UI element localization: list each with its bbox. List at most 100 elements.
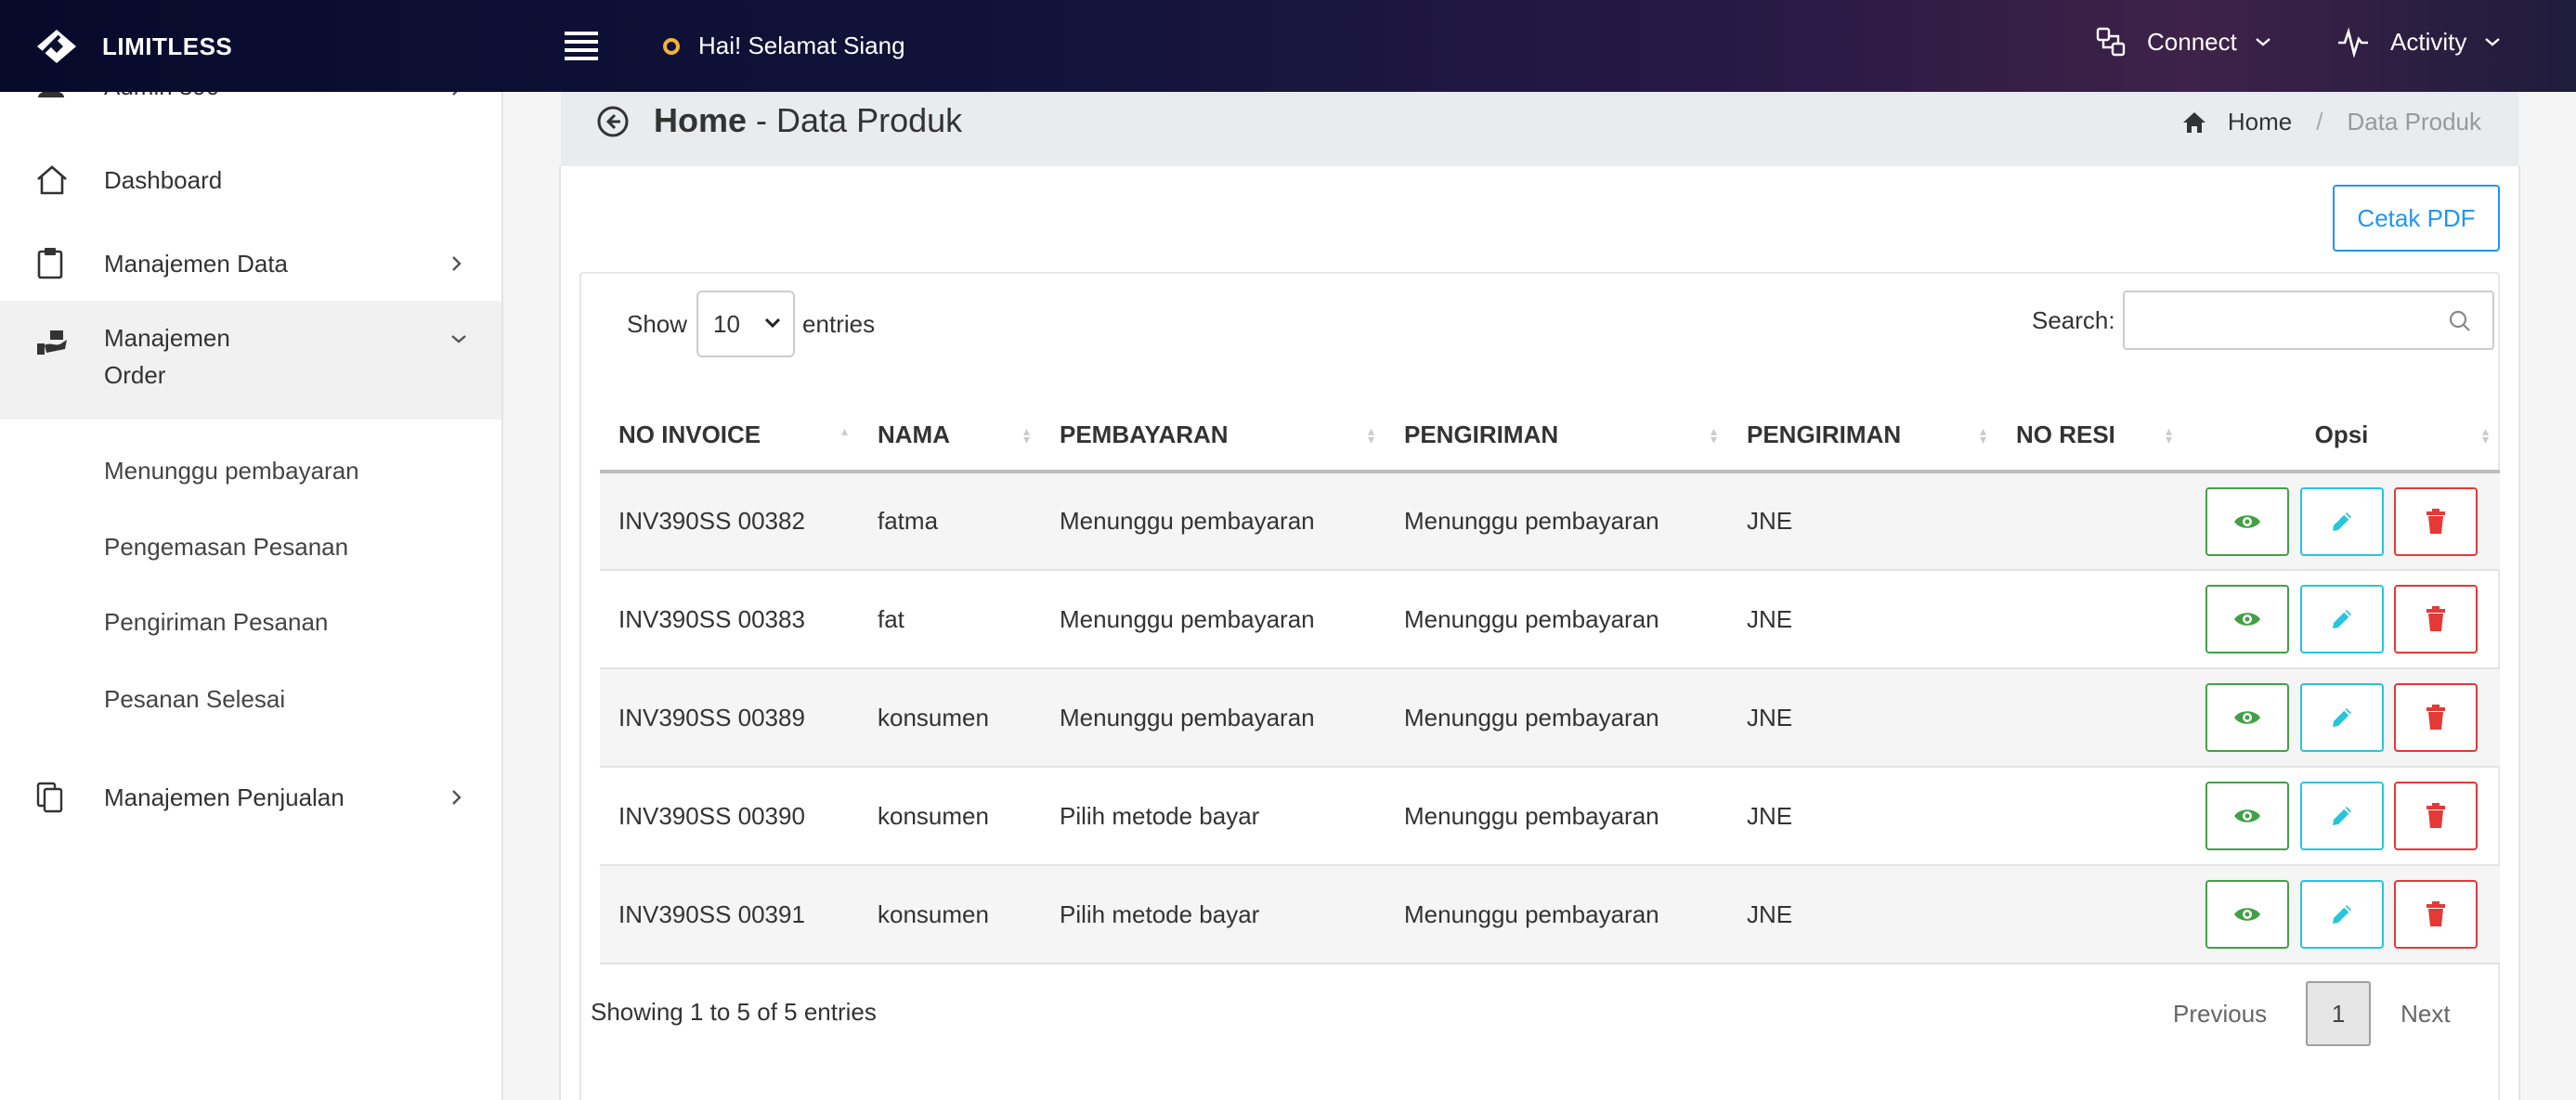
datatable-search: Search: [2032, 291, 2494, 350]
print-pdf-button[interactable]: Cetak PDF [2333, 185, 2500, 252]
edit-button[interactable] [2299, 782, 2384, 850]
search-label: Search: [2032, 305, 2115, 334]
sidebar-subitem-pengemasan[interactable]: Pengemasan Pesanan [104, 533, 348, 562]
cell-opsi [2183, 865, 2500, 964]
brand-name: LIMITLESS [102, 32, 233, 60]
edit-button[interactable] [2299, 683, 2384, 752]
table-row: INV390SS 00383 fat Menunggu pembayaran M… [600, 570, 2500, 669]
cell-pembayaran: Menunggu pembayaran [1041, 668, 1386, 768]
delete-button[interactable] [2393, 880, 2478, 949]
sidebar-subitem-selesai[interactable]: Pesanan Selesai [104, 685, 285, 714]
chevron-right-icon [452, 256, 462, 271]
page-title: Home - Data Produk [654, 101, 962, 140]
cell-opsi [2183, 472, 2500, 571]
table-row: INV390SS 00391 konsumen Pilih metode bay… [600, 865, 2500, 964]
column-header[interactable]: NAMA ▴ ▾ [859, 399, 1041, 473]
column-header[interactable]: PENGIRIMAN ▴ ▾ [1386, 399, 1728, 473]
cell-kurir: JNE [1728, 668, 1997, 768]
eye-icon [2234, 613, 2261, 626]
sort-icon: ▴ ▾ [1710, 423, 1717, 446]
show-label: Show [627, 309, 688, 338]
sidebar-subitem-pengiriman[interactable]: Pengiriman Pesanan [104, 608, 328, 637]
cell-pengiriman-status: Menunggu pembayaran [1386, 570, 1728, 669]
cell-pengiriman-status: Menunggu pembayaran [1386, 865, 1728, 964]
orders-table: NO INVOICE ▴ NAMA ▴ ▾ PEMBAYARAN ▴ ▾ PENGIRIM… [600, 399, 2500, 964]
view-button[interactable] [2205, 880, 2290, 949]
cell-opsi [2183, 668, 2500, 768]
delete-button[interactable] [2393, 585, 2478, 654]
pencil-icon [2332, 905, 2351, 924]
cell-invoice: INV390SS 00389 [600, 668, 859, 768]
trash-icon [2426, 606, 2445, 631]
eye-icon [2234, 809, 2261, 822]
view-button[interactable] [2205, 585, 2290, 654]
sidebar-user[interactable]: Admin 390 [0, 92, 501, 105]
breadcrumb: Home / Data Produk [2181, 108, 2481, 136]
cell-nama: konsumen [859, 767, 1041, 866]
cell-pengiriman-status: Menunggu pembayaran [1386, 472, 1728, 571]
column-header[interactable]: Opsi ▴ ▾ [2183, 399, 2500, 473]
edit-button[interactable] [2299, 585, 2384, 654]
cell-resi [1997, 472, 2183, 571]
connect-icon [2096, 27, 2126, 57]
table-info: Showing 1 to 5 of 5 entries [591, 998, 877, 1026]
delete-button[interactable] [2393, 486, 2478, 556]
view-button[interactable] [2205, 486, 2290, 556]
entries-label: entries [802, 309, 876, 338]
sidebar-item-manajemen-penjualan[interactable]: Manajemen Penjualan [0, 760, 501, 835]
activity-label: Activity [2390, 27, 2467, 56]
activity-pulse-icon [2338, 27, 2368, 58]
previous-button[interactable]: Previous [2173, 1000, 2267, 1029]
view-button[interactable] [2205, 683, 2290, 752]
delete-button[interactable] [2393, 782, 2478, 850]
activity-menu[interactable]: Activity [2336, 26, 2522, 58]
brand[interactable]: LIMITLESS [35, 28, 232, 65]
search-input[interactable] [2122, 291, 2494, 350]
edit-button[interactable] [2299, 880, 2384, 949]
delete-button[interactable] [2393, 683, 2478, 752]
cell-invoice: INV390SS 00383 [600, 570, 859, 669]
sort-icon: ▴ ▾ [2481, 423, 2489, 446]
column-header[interactable]: PENGIRIMAN ▴ ▾ [1728, 399, 1997, 473]
column-header[interactable]: PEMBAYARAN ▴ ▾ [1041, 399, 1386, 473]
sidebar-item-dashboard[interactable]: Dashboard [0, 148, 501, 213]
menu-toggle-icon[interactable] [565, 32, 598, 60]
chevron-right-icon [452, 790, 462, 805]
page-header: Home - Data Produk Home / Data Produk [561, 92, 2518, 166]
sidebar-item-manajemen-data[interactable]: Manajemen Data [0, 231, 501, 296]
sort-asc-icon: ▴ [840, 423, 848, 438]
chevron-down-icon [764, 317, 781, 329]
order-hand-icon [37, 330, 67, 355]
cell-kurir: JNE [1728, 767, 1997, 866]
home-icon [2182, 111, 2205, 133]
sidebar-item-manajemen-order[interactable]: Manajemen Order [0, 301, 501, 420]
page-1-button[interactable]: 1 [2306, 981, 2372, 1046]
page-title-bold: Home [654, 101, 748, 139]
entries-select[interactable]: 10 [696, 291, 796, 357]
cell-opsi [2183, 767, 2500, 866]
trash-icon [2426, 803, 2445, 828]
next-button[interactable]: Next [2400, 1000, 2450, 1029]
pagination: Previous 1 Next [2173, 981, 2451, 1046]
table-header-row: NO INVOICE ▴ NAMA ▴ ▾ PEMBAYARAN ▴ ▾ PENGIRIM… [600, 399, 2500, 473]
eye-icon [2234, 908, 2261, 921]
greeting-text: Hai! Selamat Siang [698, 32, 905, 59]
breadcrumb-current: Data Produk [2347, 108, 2481, 136]
trash-icon [2426, 705, 2445, 730]
connect-menu[interactable]: Connect [2095, 26, 2293, 58]
edit-button[interactable] [2299, 486, 2384, 556]
column-header[interactable]: NO INVOICE ▴ [600, 399, 859, 473]
view-button[interactable] [2205, 782, 2290, 850]
status-dot-icon [663, 37, 680, 55]
cell-pembayaran: Pilih metode bayar [1041, 767, 1386, 866]
column-header[interactable]: NO RESI ▴ ▾ [1997, 399, 2183, 473]
connect-label: Connect [2147, 27, 2237, 56]
breadcrumb-home[interactable]: Home [2228, 108, 2292, 136]
cell-invoice: INV390SS 00391 [600, 865, 859, 964]
datatable-length: Show 10 entries [627, 291, 875, 357]
cell-kurir: JNE [1728, 570, 1997, 669]
sort-icon: ▴ ▾ [1979, 423, 1986, 446]
sidebar-subitem-menunggu[interactable]: Menunggu pembayaran [104, 457, 359, 485]
back-arrow-icon[interactable] [596, 105, 630, 138]
eye-icon [2234, 514, 2261, 528]
